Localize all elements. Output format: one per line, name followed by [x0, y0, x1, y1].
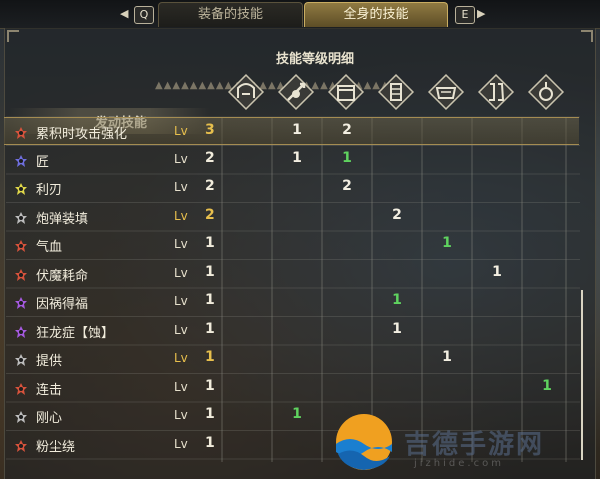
skill-name: 粉尘绕	[36, 439, 76, 455]
lv-label: Lv	[174, 322, 188, 337]
chevron-left-icon: ◀	[120, 7, 129, 20]
slot-level-cell: 2	[342, 122, 352, 138]
head-armor-icon	[226, 72, 266, 112]
skill-name: 利刃	[36, 183, 63, 198]
lv-label: Lv	[174, 151, 188, 166]
skill-name: 伏魔耗命	[36, 268, 89, 284]
chest-armor-icon	[326, 72, 366, 112]
slot-level-cell: 1	[542, 377, 552, 394]
watermark-subtext: jizhide.com	[414, 458, 504, 469]
slot-level-cell: 1	[342, 149, 352, 166]
skill-name: 气血	[36, 240, 63, 255]
lv-label: Lv	[174, 124, 188, 138]
arm-armor-icon	[376, 72, 416, 112]
slot-level-cell: 1	[292, 149, 302, 166]
lv-label: Lv	[174, 294, 188, 308]
chevron-right-icon: ▶	[477, 7, 486, 20]
key-hint-e: E	[455, 6, 475, 24]
skill-level: 1	[205, 434, 215, 451]
skill-row[interactable]: 炮弹装填 Lv 2 2	[4, 203, 579, 231]
slot-level-cell: 1	[292, 406, 302, 422]
skill-gem-icon	[14, 438, 28, 452]
lv-label: Lv	[174, 351, 188, 365]
skill-level: 1	[205, 263, 215, 280]
weapon-icon	[276, 72, 316, 112]
slot-level-cell: 1	[442, 235, 452, 251]
tab-full-body-skills[interactable]: 全身的技能	[304, 2, 448, 27]
skill-row[interactable]: 匠 Lv 2 1 1	[4, 146, 579, 174]
skill-level: 1	[205, 292, 215, 308]
skill-name: 因祸得福	[36, 297, 89, 312]
slot-level-cell: 2	[342, 178, 352, 194]
tab-equipped-skills[interactable]: 装备的技能	[158, 2, 303, 27]
key-hint-q: Q	[134, 6, 154, 24]
skill-name: 炮弹装填	[36, 211, 89, 227]
lv-label: Lv	[174, 408, 188, 422]
skill-name: 累积时攻击强化	[36, 127, 128, 142]
skill-gem-icon	[14, 125, 28, 139]
skill-gem-icon	[14, 238, 28, 252]
skill-row[interactable]: 利刃 Lv 2 2	[4, 174, 579, 202]
skill-level: 3	[205, 122, 215, 138]
watermark: 吉德手游网 jizhide.com	[334, 412, 584, 472]
skill-level: 2	[205, 206, 215, 223]
slot-level-cell: 1	[292, 122, 302, 138]
skill-name: 连击	[36, 382, 63, 398]
skill-gem-icon	[14, 381, 28, 395]
skill-gem-icon	[14, 181, 28, 195]
skill-row[interactable]: 累积时攻击强化 Lv 3 1 2	[4, 117, 579, 145]
skill-row[interactable]: 狂龙症【蚀】 Lv 1 1	[4, 317, 579, 345]
slot-level-cell: 2	[392, 206, 402, 223]
corner-ornament	[581, 30, 593, 42]
skill-name: 提供	[36, 354, 63, 369]
skill-level: 1	[205, 406, 215, 422]
slot-level-cell: 1	[492, 263, 502, 280]
skill-name: 刚心	[36, 411, 63, 426]
skill-row[interactable]: 气血 Lv 1 1	[4, 231, 579, 259]
skill-level: 1	[205, 320, 215, 337]
skill-level: 2	[205, 149, 215, 166]
skill-level: 1	[205, 235, 215, 251]
skill-gem-icon	[14, 324, 28, 338]
skill-row[interactable]: 因祸得福 Lv 1 1	[4, 288, 579, 316]
lv-label: Lv	[174, 436, 188, 451]
lv-label: Lv	[174, 208, 188, 223]
skill-gem-icon	[14, 409, 28, 423]
skill-row[interactable]: 伏魔耗命 Lv 1 1	[4, 260, 579, 288]
slot-level-cell: 1	[392, 292, 402, 308]
skill-name: 狂龙症【蚀】	[36, 325, 115, 341]
skill-name: 匠	[36, 154, 50, 170]
corner-ornament	[7, 30, 19, 42]
skill-row[interactable]: 提供 Lv 1 1	[4, 345, 579, 373]
skill-gem-icon	[14, 210, 28, 224]
watermark-logo-icon	[336, 414, 392, 470]
skill-level: 1	[205, 377, 215, 394]
lv-label: Lv	[174, 180, 188, 194]
watermark-text: 吉德手游网	[404, 430, 545, 460]
tab-bar: ◀ Q 装备的技能 全身的技能 E ▶	[0, 0, 600, 29]
skill-level: 1	[205, 349, 215, 365]
skill-gem-icon	[14, 352, 28, 366]
panel-title: 技能等级明细	[275, 52, 354, 67]
skill-gem-icon	[14, 295, 28, 309]
skill-row[interactable]: 连击 Lv 1 1	[4, 374, 579, 402]
slot-level-cell: 1	[392, 320, 402, 337]
lv-label: Lv	[174, 379, 188, 394]
leg-armor-icon	[476, 72, 516, 112]
lv-label: Lv	[174, 237, 188, 251]
charm-icon	[526, 72, 566, 112]
skill-gem-icon	[14, 153, 28, 167]
waist-armor-icon	[426, 72, 466, 112]
lv-label: Lv	[174, 265, 188, 280]
skill-gem-icon	[14, 267, 28, 281]
skill-level: 2	[205, 178, 215, 194]
slot-level-cell: 1	[442, 349, 452, 365]
